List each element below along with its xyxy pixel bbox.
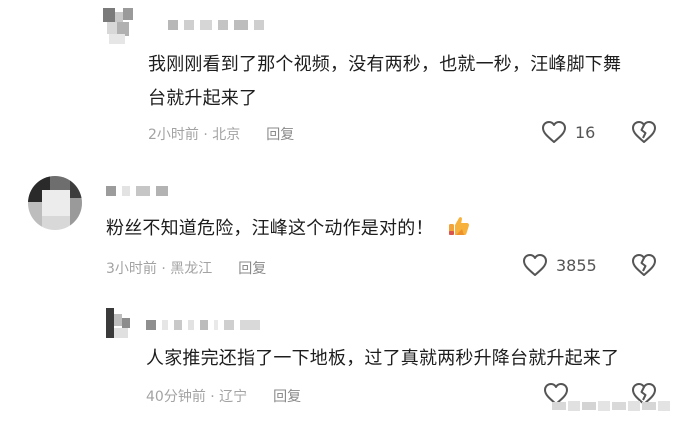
- avatar[interactable]: [106, 308, 136, 338]
- broken-heart-icon: [632, 121, 656, 143]
- heart-outline-icon: [523, 254, 547, 276]
- dislike-button[interactable]: [631, 120, 657, 144]
- comment-meta: 2小时前 · 北京 回复: [148, 124, 294, 144]
- like-count: 16: [575, 122, 596, 142]
- thumbs-up-emoji: [448, 215, 470, 247]
- comment-meta: 40分钟前 · 辽宁 回复: [146, 386, 301, 406]
- like-button[interactable]: 16: [541, 120, 595, 144]
- comment-text-line: 台就升起来了: [148, 88, 258, 109]
- timestamp-location: 2小时前 · 北京: [148, 127, 241, 143]
- reply-button[interactable]: 回复: [238, 261, 266, 277]
- like-count: 3855: [556, 255, 597, 275]
- like-button[interactable]: 3855: [522, 253, 597, 277]
- username-blurred[interactable]: [106, 186, 168, 196]
- avatar[interactable]: [28, 176, 82, 230]
- timestamp-location: 40分钟前 · 辽宁: [146, 389, 248, 405]
- comment-text-line: 人家推完还指了一下地板，过了真就两秒升降台就升起来了: [146, 348, 620, 369]
- comment-meta: 3小时前 · 黑龙江 回复: [106, 258, 266, 278]
- heart-outline-icon: [542, 121, 566, 143]
- dislike-button[interactable]: [631, 253, 657, 277]
- username-blurred[interactable]: [168, 20, 264, 30]
- comment-text-line: 我刚刚看到了那个视频，没有两秒，也就一秒，汪峰脚下舞: [148, 54, 622, 75]
- username-blurred[interactable]: [146, 320, 260, 330]
- reply-button[interactable]: 回复: [273, 389, 301, 405]
- comment-text: 人家推完还指了一下地板，过了真就两秒升降台就升起来了: [146, 344, 619, 374]
- watermark-blurred: [552, 398, 680, 417]
- comment-text: 粉丝不知道危险，汪峰这个动作是对的！: [106, 214, 470, 247]
- comment-text-line: 粉丝不知道危险，汪峰这个动作是对的！: [106, 218, 434, 239]
- comment-text: 我刚刚看到了那个视频，没有两秒，也就一秒，汪峰脚下舞 台就升起来了: [148, 50, 621, 114]
- timestamp-location: 3小时前 · 黑龙江: [106, 261, 213, 277]
- avatar[interactable]: [103, 8, 139, 44]
- broken-heart-icon: [632, 254, 656, 276]
- reply-button[interactable]: 回复: [266, 127, 294, 143]
